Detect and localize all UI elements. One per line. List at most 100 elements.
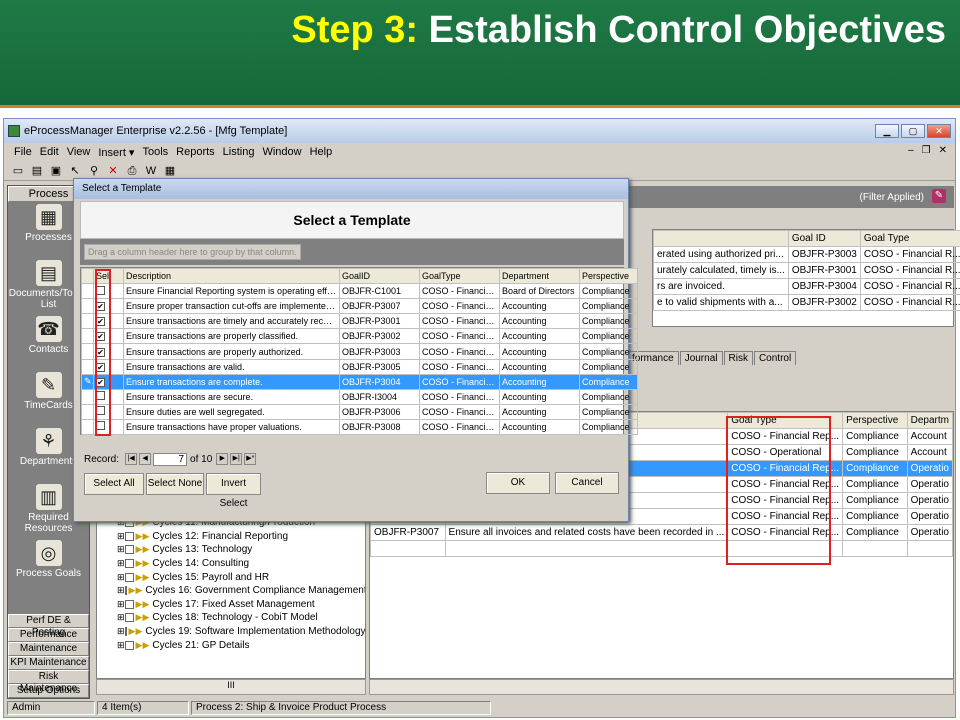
column-header[interactable]: Perspective [579,267,638,285]
mdi-minimize-button[interactable]: – [908,145,914,156]
tree-item[interactable]: ⊞ ▶▶ Cycles 14: Consulting [97,557,365,571]
menu-item-7[interactable]: Window [258,146,305,158]
table-row[interactable]: Ensure transactions are secure. OBJFR-I30… [81,388,638,405]
save-icon[interactable]: ▣ [48,163,64,179]
sel-cell[interactable] [93,403,124,420]
checkbox[interactable] [124,559,134,569]
checkbox[interactable] [124,640,134,650]
checked-checkbox[interactable]: ✔ [96,362,105,372]
checkbox[interactable] [124,599,134,609]
new-icon[interactable]: ▭ [10,163,26,179]
sel-cell[interactable]: ✔ [93,328,124,345]
tab-1[interactable]: Journal [679,351,723,365]
sel-cell[interactable]: ✔ [93,298,124,315]
tree-item[interactable]: ⊞ ▶▶ Cycles 12: Financial Reporting [97,530,365,544]
menu-item-2[interactable]: View [63,146,95,158]
sidebar-item-6[interactable]: ◎ Process Goals [8,538,89,594]
maximize-button[interactable]: ▢ [901,124,925,138]
table-row[interactable]: ✔ Ensure transactions are timely and accu… [81,313,638,330]
link-icon[interactable]: ⚲ [86,163,102,179]
last-record-button[interactable]: ▶| [230,453,243,465]
chart-icon[interactable]: ▦ [162,163,178,179]
table-row[interactable]: ✔ Ensure proper transaction cut-offs are … [81,298,638,315]
checkbox[interactable] [124,531,134,541]
select-none-button[interactable]: Select None [146,473,204,495]
table-row[interactable]: Ensure duties are well segregated. OBJFR-… [81,403,638,420]
group-by-hint[interactable]: Drag a column header here to group by th… [84,244,301,260]
sidebar-button-4[interactable]: Risk Maintenance [8,670,89,694]
menu-item-8[interactable]: Help [306,146,337,158]
menu-item-5[interactable]: Reports [172,146,219,158]
sel-cell[interactable]: ✔ [93,343,124,360]
mdi-restore-button[interactable]: ❐ [922,145,931,156]
column-header[interactable]: Sel [93,267,124,285]
checkbox[interactable] [124,627,127,637]
invert-select-button[interactable]: Invert Select [206,473,261,509]
sidebar-button-3[interactable]: KPI Maintenance [8,656,89,670]
cursor-icon[interactable]: ↖ [67,163,83,179]
expand-icon[interactable]: ⊞ [117,544,125,555]
checked-checkbox[interactable]: ✔ [96,377,105,387]
column-header[interactable]: GoalID [339,267,420,285]
expand-icon[interactable]: ⊞ [117,558,125,569]
unchecked-checkbox[interactable] [96,391,105,401]
sel-cell[interactable]: ✔ [93,358,124,375]
column-header[interactable]: Perspective [842,412,908,429]
checkbox[interactable] [124,586,127,596]
close-button[interactable]: ✕ [927,124,951,138]
record-current[interactable]: 7 [153,452,188,466]
checkbox[interactable] [124,613,134,623]
tab-3[interactable]: Control [753,351,797,365]
menu-item-3[interactable]: Insert ▾ [94,146,138,159]
menu-item-1[interactable]: Edit [36,146,63,158]
expand-icon[interactable]: ⊞ [117,626,125,637]
sel-cell[interactable] [93,388,124,405]
menu-item-4[interactable]: Tools [138,146,172,158]
table-row[interactable]: ✎ ✔ Ensure transactions are complete. OBJFR… [81,373,638,390]
column-header[interactable]: Goal Type [859,230,960,247]
column-header[interactable]: Goal ID [787,230,861,247]
expand-icon[interactable]: ⊞ [117,612,125,623]
print-icon[interactable]: ⎙ [124,163,140,179]
checked-checkbox[interactable]: ✔ [96,347,105,357]
column-header[interactable]: GoalType [419,267,500,285]
column-header[interactable]: Description [123,267,340,285]
table-row[interactable] [370,540,954,557]
first-record-button[interactable]: |◀ [125,453,138,465]
table-row[interactable]: Ensure Financial Reporting system is ope… [81,283,638,300]
table-row[interactable]: ✔ Ensure transactions are valid. OBJFR-P30… [81,358,638,375]
grid-scrollbar[interactable] [369,679,954,695]
tree-item[interactable]: ⊞ ▶▶ Cycles 19: Software Implementation M… [97,625,365,639]
sel-cell[interactable] [93,283,124,300]
tree-item[interactable]: ⊞ ▶▶ Cycles 13: Technology [97,543,365,557]
table-row[interactable]: urately calculated, timely is... OBJFR-P3… [653,262,960,279]
word-icon[interactable]: W [143,163,159,179]
sel-cell[interactable]: ✔ [93,373,124,390]
checked-checkbox[interactable]: ✔ [96,317,105,327]
prev-record-button[interactable]: ◀ [139,453,152,465]
tree-scrollbar[interactable]: III [96,679,366,695]
minimize-button[interactable]: ▁ [875,124,899,138]
menu-item-6[interactable]: Listing [219,146,259,158]
table-row[interactable]: OBJFR-P3007 Ensure all invoices and relat… [370,524,954,541]
sidebar-button-0[interactable]: Perf DE & Posting [8,614,89,638]
tab-2[interactable]: Risk [723,351,753,365]
unchecked-checkbox[interactable] [96,406,105,416]
expand-icon[interactable]: ⊞ [117,572,125,583]
cancel-button[interactable]: Cancel [555,472,619,494]
new-record-button[interactable]: ▶* [244,453,257,465]
column-header[interactable] [653,230,789,247]
tree-item[interactable]: ⊞ ▶▶ Cycles 15: Payroll and HR [97,570,365,584]
sel-cell[interactable] [93,418,124,436]
mdi-close-button[interactable]: ✕ [939,145,947,156]
table-row[interactable]: rs are invoiced. OBJFR-P3004 COSO - Financ… [653,278,960,295]
delete-icon[interactable]: ✕ [105,163,121,179]
table-row[interactable]: Ensure transactions have proper valuatio… [81,418,638,436]
tree-item[interactable]: ⊞ ▶▶ Cycles 16: Government Compliance Man… [97,584,365,598]
column-header[interactable]: Department [499,267,580,285]
tree-item[interactable]: ⊞ ▶▶ Cycles 21: GP Details [97,638,365,652]
unchecked-checkbox[interactable] [96,421,105,431]
expand-icon[interactable]: ⊞ [117,585,125,596]
sidebar-button-1[interactable]: Performance [8,628,89,642]
checkbox[interactable] [124,572,134,582]
